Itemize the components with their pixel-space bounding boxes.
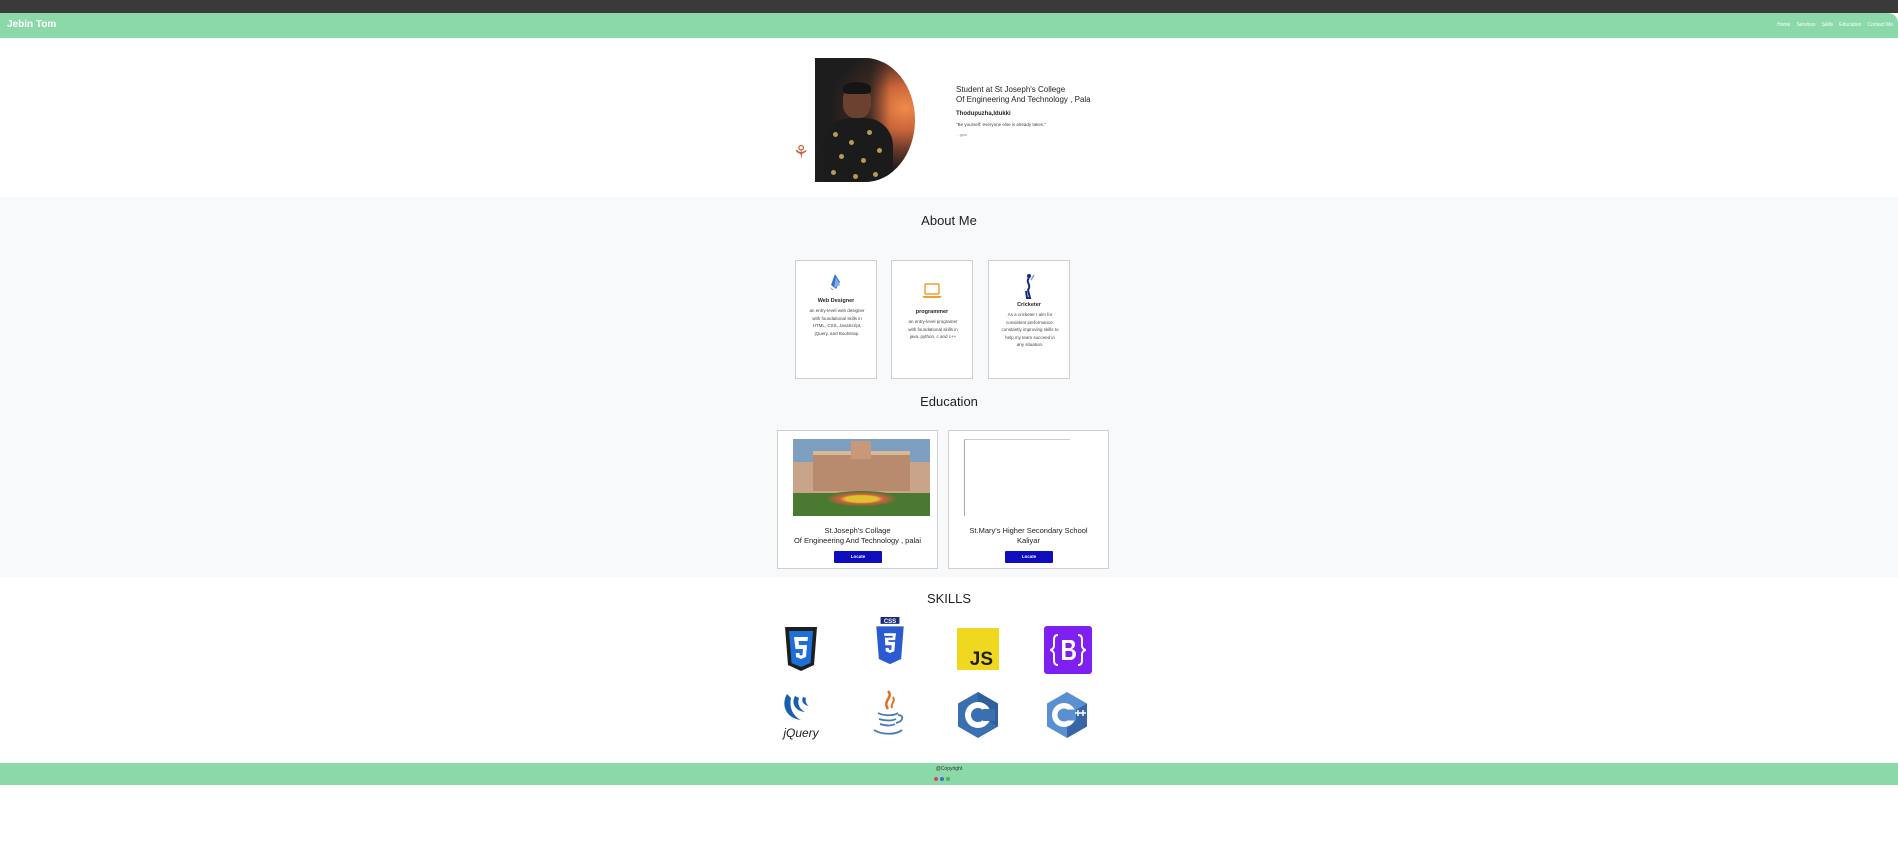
card-title: Web Designer — [817, 298, 855, 304]
nav-link-education[interactable]: Education — [1839, 22, 1861, 28]
nav-link-skills[interactable]: Skills — [1822, 22, 1834, 28]
css3-icon: CSS — [876, 617, 904, 665]
education-title: Education — [920, 394, 978, 409]
card-description: an entry-level programer with foundation… — [908, 319, 958, 339]
skills-section: SKILLS CSS JS jQuery — [0, 577, 1898, 763]
education-card-school: St.Mary's Higher Secondary School Kaliya… — [948, 430, 1109, 569]
cricket-icon — [989, 273, 1069, 303]
nav-link-contact[interactable]: Contact Me — [1867, 22, 1893, 28]
locate-button[interactable]: Locate — [834, 551, 882, 563]
card-web-designer: Web Designer an entry-level web designer… — [795, 260, 877, 379]
jquery-icon: jQuery — [781, 694, 820, 740]
copyright-text: @Copyright — [935, 766, 963, 772]
education-name: St.Mary's Higher Secondary School Kaliya… — [969, 526, 1088, 545]
footer: @Copyright — [0, 763, 1898, 785]
cpp-icon — [1047, 692, 1087, 738]
c-icon — [958, 692, 998, 738]
whatsapp-icon[interactable] — [946, 777, 950, 781]
css-label: CSS — [884, 619, 896, 625]
card-description: As a cricketer I aim for consistent perf… — [1001, 312, 1059, 347]
bootstrap-icon — [1044, 626, 1092, 674]
plant-decoration-icon: ⚘ — [793, 142, 810, 162]
nav-link-home[interactable]: Home — [1777, 22, 1790, 28]
javascript-icon: JS — [957, 628, 999, 670]
web-design-icon — [796, 273, 876, 295]
about-title: About Me — [921, 213, 977, 228]
card-title: programmer — [915, 309, 949, 315]
java-icon — [873, 690, 904, 735]
card-title: Cricketer — [1017, 302, 1041, 308]
education-name: St.Joseph's Collage Of Engineering And T… — [793, 526, 922, 545]
nav-link-services[interactable]: Services — [1796, 22, 1815, 28]
laptop-icon — [892, 283, 972, 303]
locate-button[interactable]: Locate — [1005, 551, 1053, 563]
card-cricketer: Cricketer As a cricketer I aim for consi… — [988, 260, 1070, 379]
hero-title: Student at St Joseph's College Of Engine… — [956, 85, 1091, 104]
profile-photo — [815, 58, 915, 182]
about-section: About Me Web Designer an entry-level web… — [0, 197, 1898, 577]
browser-top-strip — [0, 0, 1898, 13]
social-icons — [934, 777, 950, 781]
hero-location: Thodupuzha,Idukki — [956, 111, 1011, 117]
hero-section: ⚘ Student at St Joseph's College Of Engi… — [0, 38, 1898, 197]
hero-quote: "Be yourself; everyone else is already t… — [956, 122, 1047, 127]
school-image-broken — [964, 439, 1070, 516]
hero-quote-author: - gmu — [958, 133, 967, 137]
facebook-icon[interactable] — [940, 777, 944, 781]
card-description: an entry-level web designer with foundat… — [809, 308, 865, 336]
navbar: Jebin Tom Home Services Skills Education… — [0, 13, 1898, 38]
card-programmer: programmer an entry-level programer with… — [891, 260, 973, 379]
js-label: JS — [970, 649, 993, 670]
education-card-college: St.Joseph's Collage Of Engineering And T… — [777, 430, 938, 569]
brand-name[interactable]: Jebin Tom — [7, 19, 56, 30]
jquery-label: jQuery — [781, 726, 819, 740]
skills-title: SKILLS — [926, 591, 972, 606]
college-image — [793, 439, 930, 516]
nav-links: Home Services Skills Education Contact M… — [1777, 22, 1893, 28]
instagram-icon[interactable] — [934, 777, 938, 781]
html5-icon — [785, 627, 817, 671]
